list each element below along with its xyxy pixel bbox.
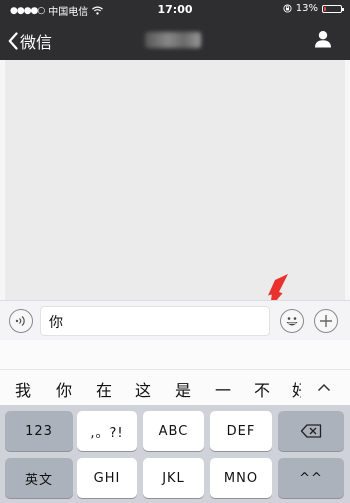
keyboard: 123 ,。?! ABC DEF 英文 GHI JKL MNO ^^	[0, 405, 350, 503]
key-ghi[interactable]: GHI	[77, 458, 137, 498]
more-button[interactable]	[314, 309, 338, 333]
battery-percent: 13%	[295, 3, 318, 14]
person-icon	[315, 31, 331, 48]
key-punctuation[interactable]: ,。?!	[77, 411, 137, 451]
candidate-word[interactable]: 是	[175, 377, 191, 401]
chat-title-redacted	[145, 32, 201, 48]
candidate-word[interactable]: 我	[15, 377, 31, 401]
candidate-word[interactable]: 你	[56, 377, 72, 401]
candidate-bar: 我 你 在 这 是 一 不 好	[0, 370, 350, 405]
status-bar: ●●●●○ 中国电信 17:00 13%	[0, 0, 350, 20]
voice-icon	[15, 316, 25, 326]
candidate-word[interactable]: 不	[254, 377, 270, 401]
message-list[interactable]	[0, 60, 350, 300]
back-label: 微信	[20, 33, 53, 52]
backspace-icon	[300, 424, 322, 438]
chevron-left-icon	[8, 32, 18, 50]
candidate-word[interactable]: 在	[96, 377, 112, 401]
chevron-up-icon	[317, 383, 331, 391]
key-english[interactable]: 英文	[5, 458, 73, 498]
nav-bar: 微信	[0, 20, 350, 60]
status-right: 13%	[283, 3, 344, 14]
candidate-word[interactable]: 好	[292, 377, 301, 401]
candidates-expand-button[interactable]	[312, 376, 336, 398]
back-button[interactable]: 微信	[8, 29, 52, 53]
profile-button[interactable]	[314, 30, 332, 52]
emoji-button[interactable]	[280, 309, 304, 333]
rotation-lock-icon	[283, 4, 292, 13]
candidate-word[interactable]: 一	[215, 377, 231, 401]
battery-icon	[322, 4, 344, 13]
right-edge	[345, 60, 350, 300]
input-bar: 你	[0, 300, 350, 340]
delete-key[interactable]	[278, 411, 344, 451]
key-jkl[interactable]: JKL	[143, 458, 204, 498]
left-edge	[0, 60, 5, 300]
plus-icon	[320, 315, 332, 327]
key-emoticon[interactable]: ^^	[278, 458, 344, 498]
composition-strip	[0, 340, 350, 370]
battery-level	[324, 6, 326, 11]
candidate-word[interactable]: 这	[135, 377, 151, 401]
smiley-icon	[286, 317, 298, 326]
key-abc[interactable]: ABC	[143, 411, 204, 451]
voice-button[interactable]	[9, 309, 33, 333]
key-mno[interactable]: MNO	[210, 458, 272, 498]
message-input[interactable]: 你	[40, 306, 270, 336]
key-123[interactable]: 123	[5, 411, 73, 451]
key-def[interactable]: DEF	[210, 411, 272, 451]
